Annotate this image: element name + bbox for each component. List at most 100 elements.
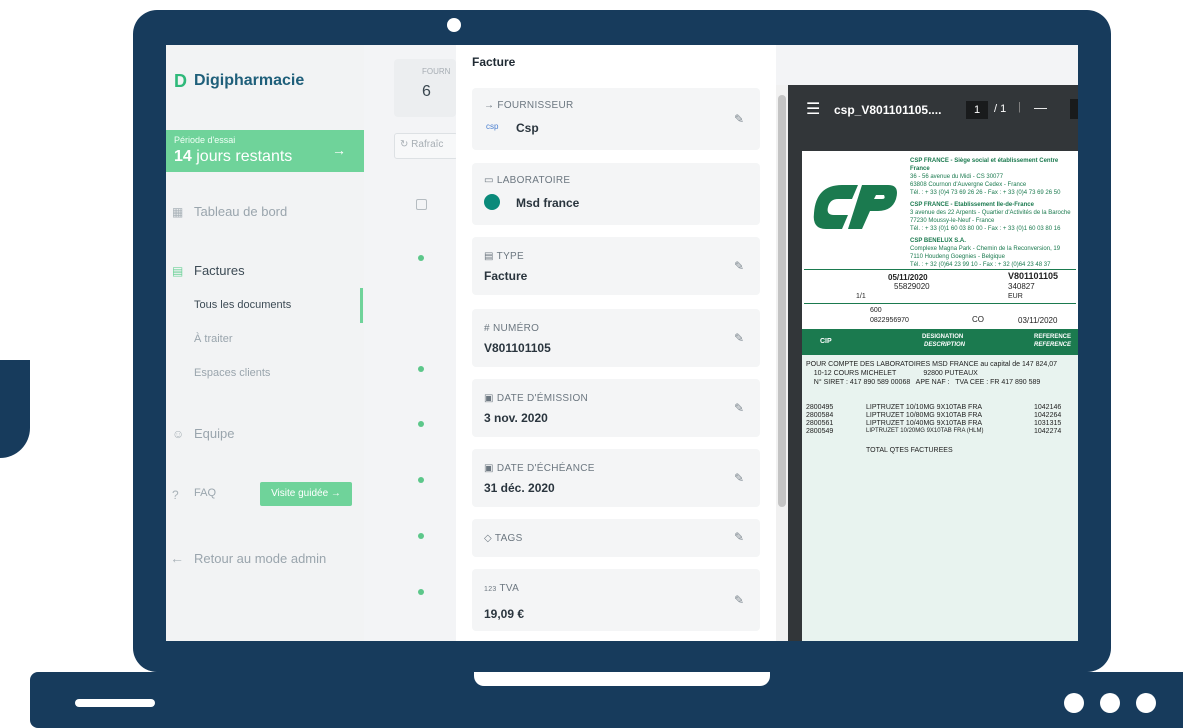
field-label: ▣ DATE D'ÉMISSION bbox=[484, 393, 589, 404]
calendar-icon: ▣ bbox=[484, 463, 494, 474]
field-label: # NUMÉRO bbox=[484, 323, 540, 334]
col-reference-en: REFERENCE bbox=[1034, 342, 1072, 348]
tag-icon: ◇ bbox=[484, 533, 492, 544]
base-dot bbox=[1064, 693, 1084, 713]
csp-logo-icon bbox=[813, 185, 897, 229]
field-supplier[interactable]: → FOURNISSEUR csp Csp ✎ bbox=[472, 88, 760, 150]
order-number: 340827 bbox=[1008, 282, 1035, 291]
app-name: Digipharmacie bbox=[194, 72, 305, 89]
laptop-camera bbox=[447, 18, 461, 32]
logo-icon: D bbox=[174, 71, 187, 91]
field-value: Facture bbox=[484, 269, 528, 283]
trial-days-text: 14 jours restants bbox=[174, 148, 292, 166]
field-label: ▣ DATE D'ÉCHÉANCE bbox=[484, 463, 595, 474]
sidebar-item-dashboard[interactable]: ▦ Tableau de bord bbox=[166, 201, 364, 223]
body-line: N° SIRET : 417 890 589 00068 APE NAF : T… bbox=[806, 379, 1041, 386]
address-line: 36 - 56 avenue du Midi - CS 30077 bbox=[910, 174, 1004, 180]
trial-banner[interactable]: Période d'essai 14 jours restants → bbox=[166, 130, 364, 172]
sidebar-item-faq[interactable]: ? FAQ bbox=[166, 484, 256, 506]
field-value: Msd france bbox=[516, 196, 580, 210]
field-tags[interactable]: ◇ TAGS ✎ bbox=[472, 519, 760, 557]
sidebar-item-label: FAQ bbox=[194, 487, 217, 499]
table-header: CIP DESIGNATION DESCRIPTION REFERENCE RE… bbox=[802, 329, 1078, 355]
address-line: CSP FRANCE - Siège social et établisseme… bbox=[910, 158, 1059, 172]
pdf-viewer: ☰ csp_V801101105.... 1 / 1 | — CSP FRANC… bbox=[788, 85, 1078, 641]
field-number[interactable]: # NUMÉRO V801101105 ✎ bbox=[472, 309, 760, 367]
dashboard-icon: ▦ bbox=[172, 205, 184, 219]
siret-number: 0822956970 bbox=[870, 317, 909, 324]
laptop-notch bbox=[474, 672, 770, 686]
client-number: 55829020 bbox=[894, 282, 930, 291]
edit-icon[interactable]: ✎ bbox=[734, 259, 744, 273]
edit-icon[interactable]: ✎ bbox=[734, 471, 744, 485]
status-dot bbox=[418, 589, 424, 595]
pdf-toolbar: ☰ csp_V801101105.... 1 / 1 | — bbox=[788, 85, 1078, 135]
base-dot bbox=[1136, 693, 1156, 713]
row-cip: 2800561 bbox=[806, 420, 834, 427]
edit-icon[interactable]: ✎ bbox=[734, 593, 744, 607]
sidebar-sub-to-process[interactable]: À traiter bbox=[194, 333, 233, 345]
sidebar-item-back-admin[interactable]: ← Retour au mode admin bbox=[166, 548, 364, 570]
select-all-checkbox[interactable] bbox=[416, 199, 427, 210]
zoom-input[interactable] bbox=[1070, 99, 1078, 119]
body-line: 10-12 COURS MICHELET 92800 PUTEAUX bbox=[806, 370, 978, 377]
currency: EUR bbox=[1008, 293, 1023, 300]
pdf-page: CSP FRANCE - Siège social et établisseme… bbox=[802, 151, 1078, 641]
co-date: 03/11/2020 bbox=[1018, 316, 1058, 325]
field-due-date[interactable]: ▣ DATE D'ÉCHÉANCE 31 déc. 2020 ✎ bbox=[472, 449, 760, 507]
status-dot bbox=[418, 255, 424, 261]
co-code: CO bbox=[972, 315, 984, 324]
address-line: 63808 Cournon d'Auvergne Cedex - France bbox=[910, 182, 1027, 188]
guided-tour-button[interactable]: Visite guidée → bbox=[260, 482, 352, 506]
field-label: → FOURNISSEUR bbox=[484, 100, 574, 111]
company-addresses: CSP FRANCE - Siège social et établisseme… bbox=[910, 157, 1076, 269]
row-desc: LIPTRUZET 10/20MG 9X10TAB FRA (HLM) bbox=[866, 428, 984, 434]
toolbar-separator: | bbox=[1018, 101, 1021, 113]
field-value: 19,09 € bbox=[484, 607, 525, 621]
sidebar-sub-all-documents[interactable]: Tous les documents bbox=[194, 299, 291, 311]
trial-days: 14 bbox=[174, 148, 192, 165]
edit-icon[interactable]: ✎ bbox=[734, 530, 744, 544]
refresh-label: ↻ Rafraîc bbox=[400, 139, 444, 150]
sidebar-item-label: Tableau de bord bbox=[194, 204, 288, 219]
col-designation: DESIGNATION bbox=[922, 334, 964, 340]
row-ref: 1042146 bbox=[1034, 404, 1062, 411]
row-cip: 2800495 bbox=[806, 404, 834, 411]
status-dot bbox=[418, 421, 424, 427]
page-input[interactable]: 1 bbox=[966, 101, 988, 119]
base-dot bbox=[1100, 693, 1120, 713]
trial-label: Période d'essai bbox=[174, 135, 236, 145]
zoom-out-button[interactable]: — bbox=[1034, 100, 1047, 115]
edit-icon[interactable]: ✎ bbox=[734, 401, 744, 415]
divider bbox=[804, 303, 1076, 304]
address-line: 7110 Houdeng Goegnies - Belgique bbox=[910, 254, 1005, 260]
field-label: 123 TVA bbox=[484, 583, 520, 594]
active-indicator bbox=[360, 288, 363, 323]
scrollbar-thumb[interactable] bbox=[778, 95, 786, 507]
field-type[interactable]: ▤ TYPE Facture ✎ bbox=[472, 237, 760, 295]
field-value: Csp bbox=[516, 121, 539, 135]
edit-icon[interactable]: ✎ bbox=[734, 331, 744, 345]
divider bbox=[804, 269, 1076, 270]
decorative-shape bbox=[0, 360, 30, 458]
field-label: ▤ TYPE bbox=[484, 251, 524, 262]
address-line: Tél. : + 33 (0)4 73 69 26 26 - Fax : + 3… bbox=[910, 190, 1061, 196]
laboratory-logo-icon bbox=[484, 194, 500, 210]
row-desc: LIPTRUZET 10/80MG 9X10TAB FRA bbox=[866, 412, 983, 419]
sidebar-item-label: Factures bbox=[194, 263, 245, 278]
field-laboratory[interactable]: ▭ LABORATOIRE Msd france bbox=[472, 163, 760, 225]
address-line: CSP FRANCE - Etablissement Ile-de-France bbox=[910, 202, 1034, 208]
menu-icon[interactable]: ☰ bbox=[806, 99, 820, 119]
sidebar-sub-client-spaces[interactable]: Espaces clients bbox=[194, 367, 270, 379]
hash-icon: # bbox=[484, 323, 490, 334]
rep-number: 600 bbox=[870, 307, 882, 314]
row-cip: 2800549 bbox=[806, 428, 834, 435]
field-issue-date[interactable]: ▣ DATE D'ÉMISSION 3 nov. 2020 ✎ bbox=[472, 379, 760, 437]
invoice-header: CSP FRANCE - Siège social et établisseme… bbox=[802, 151, 1078, 329]
sidebar-item-invoices[interactable]: ▤ Factures bbox=[166, 260, 364, 282]
edit-icon[interactable]: ✎ bbox=[734, 112, 744, 126]
field-vat[interactable]: 123 TVA 19,09 € ✎ bbox=[472, 569, 760, 631]
sidebar-item-team[interactable]: ☺ Equipe bbox=[166, 423, 364, 445]
row-ref: 1042264 bbox=[1034, 412, 1062, 419]
arrow-right-icon: → bbox=[484, 100, 495, 111]
